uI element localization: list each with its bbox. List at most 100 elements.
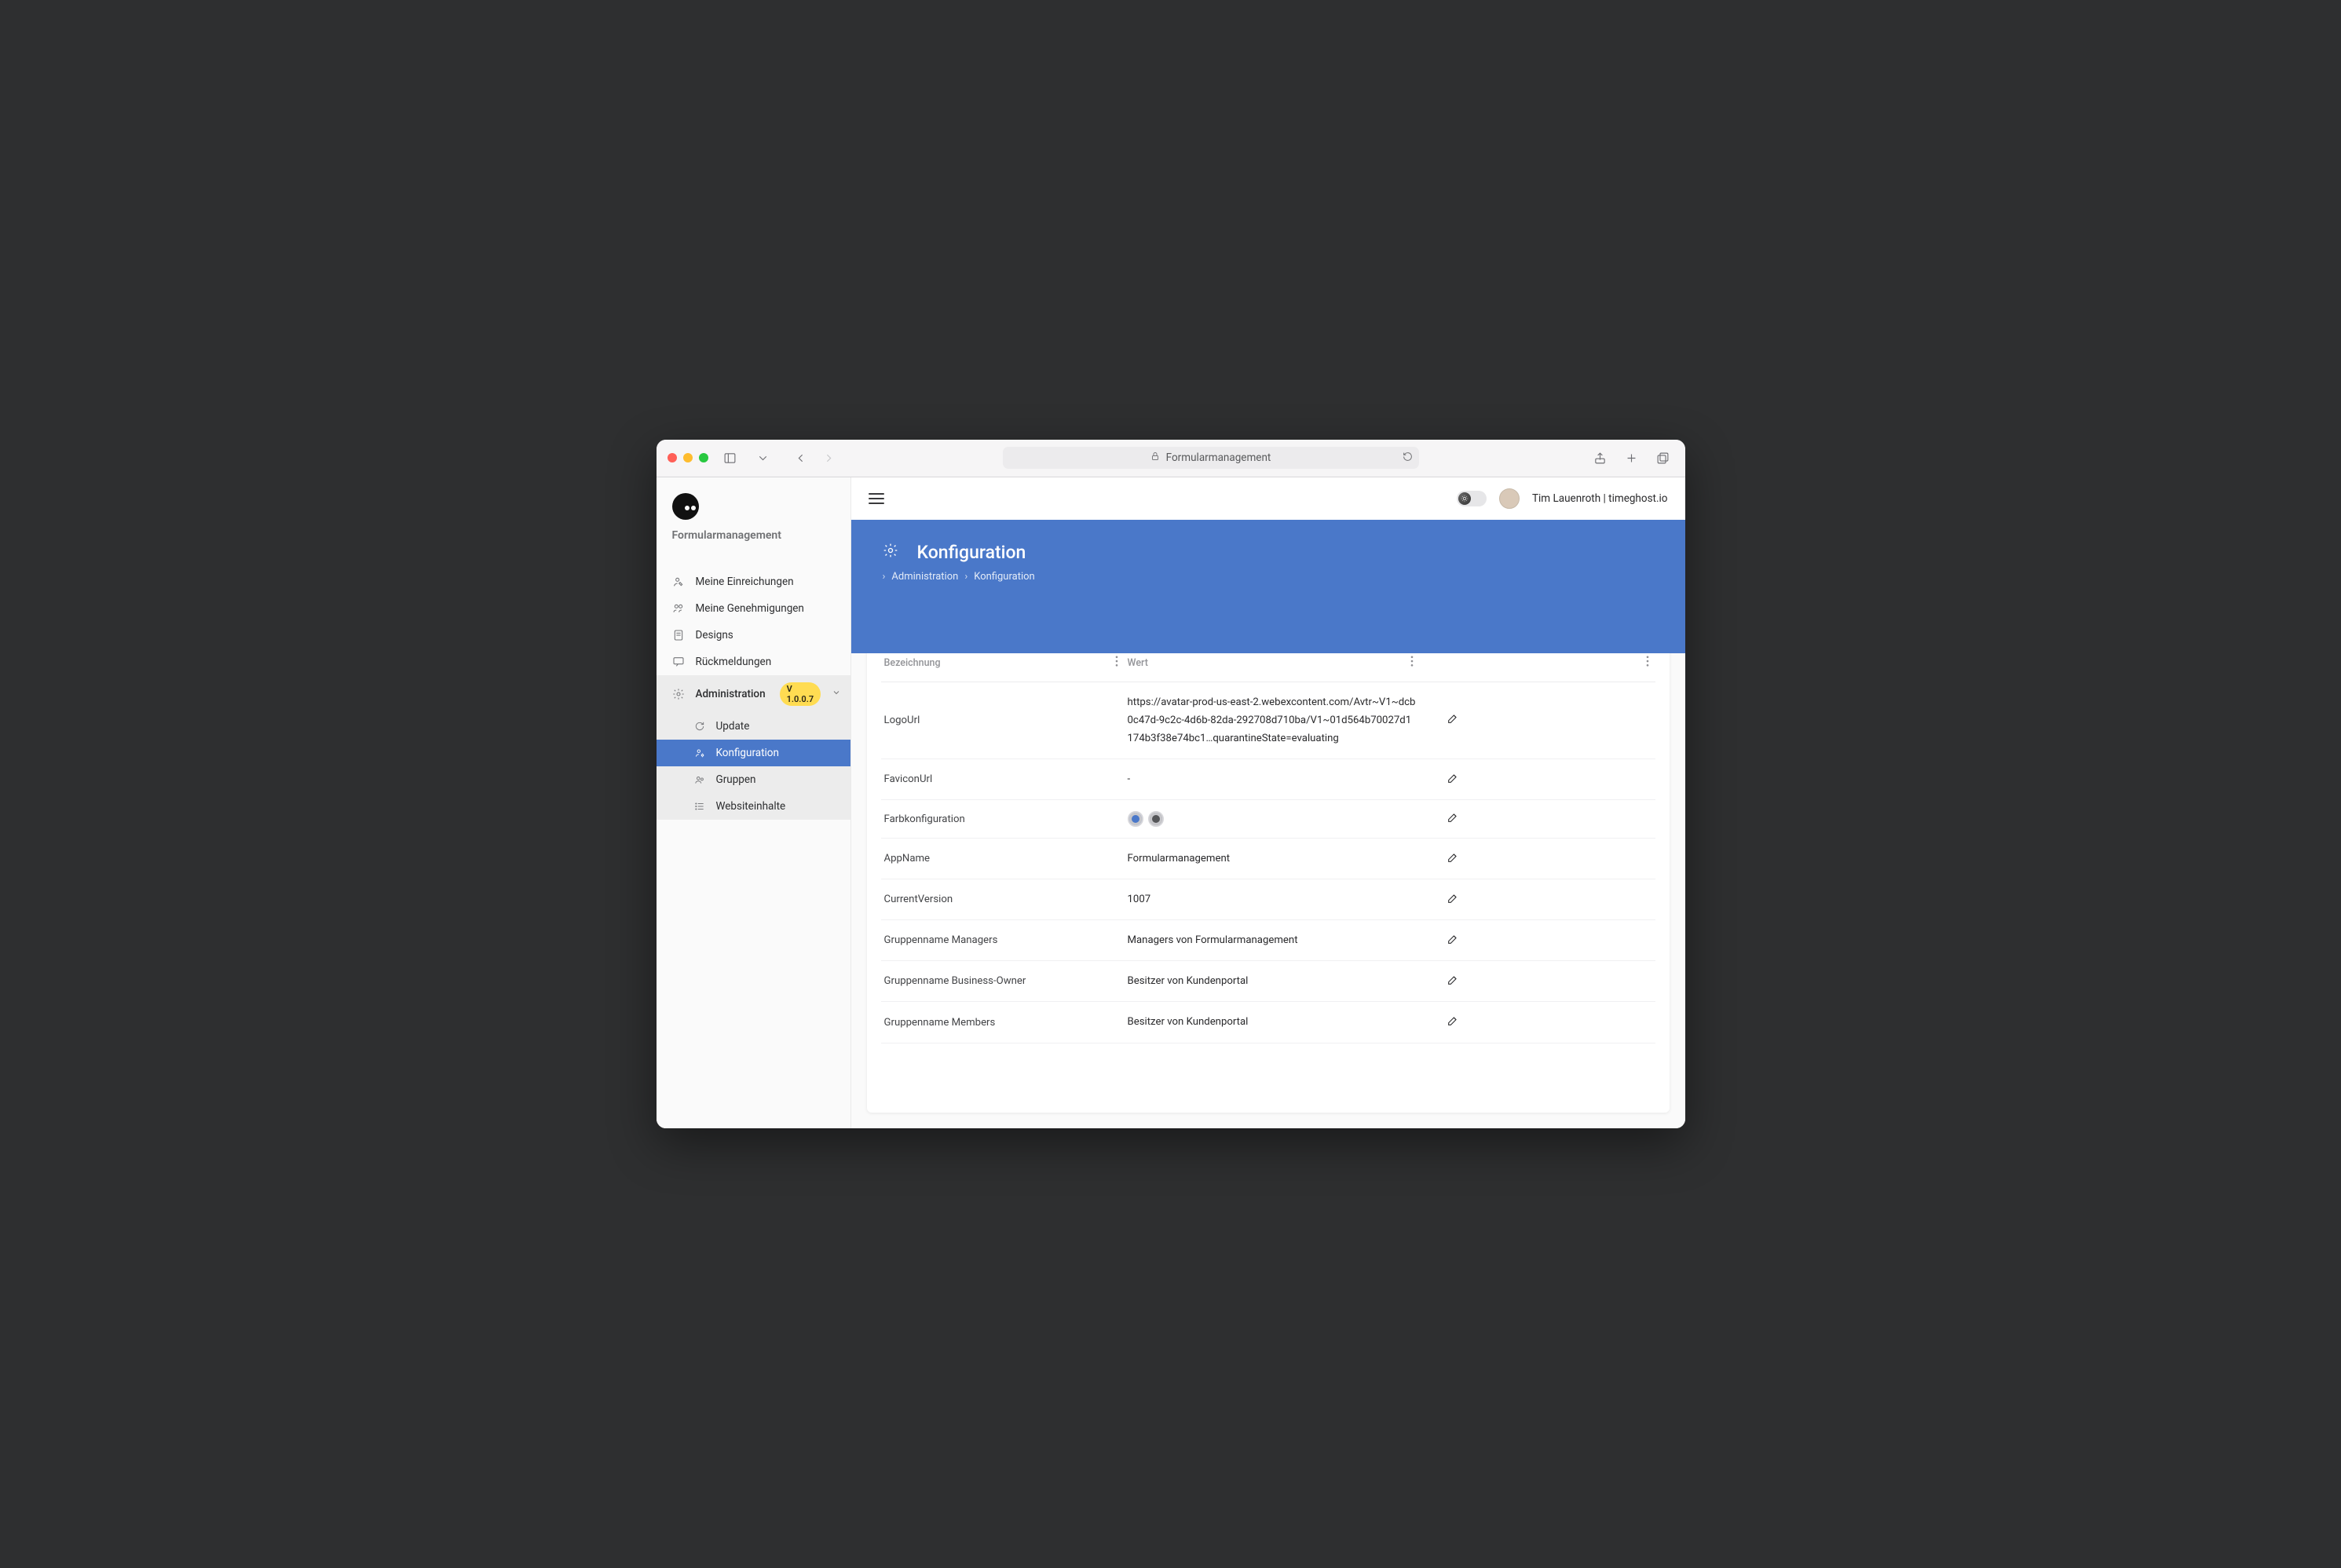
forward-button[interactable] — [818, 447, 840, 469]
chevron-right-icon: › — [964, 571, 967, 583]
theme-toggle[interactable] — [1457, 491, 1487, 506]
edit-button[interactable] — [1447, 811, 1459, 824]
sidebar-item-label: Designs — [696, 629, 733, 641]
share-button[interactable] — [1589, 447, 1611, 469]
property-actions — [1420, 920, 1655, 961]
refresh-icon — [694, 721, 705, 732]
sidebar-item-approvals[interactable]: Meine Genehmigungen — [657, 595, 850, 622]
window-controls — [668, 453, 708, 462]
property-label: LogoUrl — [881, 682, 1125, 758]
property-value: https://avatar-prod-us-east-2.webexconte… — [1125, 682, 1420, 758]
color-chip — [1128, 811, 1143, 827]
column-header-text: Wert — [1128, 657, 1148, 669]
breadcrumb-administration[interactable]: Administration — [891, 571, 958, 583]
toolbar-right — [1589, 447, 1674, 469]
navigation-buttons — [790, 447, 840, 469]
sidebar-item-label: Gruppen — [716, 773, 756, 786]
property-value: Formularmanagement — [1125, 839, 1420, 879]
property-label: Gruppenname Managers — [881, 920, 1125, 961]
reload-button[interactable] — [1403, 451, 1413, 465]
edit-button[interactable] — [1447, 772, 1459, 784]
user-avatar[interactable] — [1499, 488, 1520, 509]
edit-button[interactable] — [1447, 933, 1459, 945]
content-card: Eigenschaften Bezeichnung — [867, 605, 1670, 1113]
minimize-window-button[interactable] — [683, 453, 693, 462]
sidebar-item-site-contents[interactable]: Websiteinhalte — [657, 793, 850, 820]
new-tab-button[interactable] — [1621, 447, 1643, 469]
sidebar-nav: Meine Einreichungen Meine Genehmigungen … — [657, 568, 850, 820]
user-display-name: Tim Lauenroth | timeghost.io — [1532, 492, 1668, 505]
property-actions — [1420, 961, 1655, 1002]
sidebar-item-groups[interactable]: Gruppen — [657, 766, 850, 793]
edit-button[interactable] — [1447, 1014, 1459, 1027]
property-actions — [1420, 1002, 1655, 1043]
maximize-window-button[interactable] — [699, 453, 708, 462]
page-title: Konfiguration — [917, 542, 1026, 563]
property-value: Managers von Formularmanagement — [1125, 920, 1420, 961]
chat-icon — [672, 656, 685, 668]
tabs-overview-button[interactable] — [1652, 447, 1674, 469]
edit-button[interactable] — [1447, 974, 1459, 986]
sidebar-item-label: Meine Genehmigungen — [696, 602, 804, 615]
edit-button[interactable] — [1447, 851, 1459, 864]
column-menu-button[interactable] — [1410, 656, 1414, 670]
app-body: Formularmanagement Meine Einreichungen M… — [657, 477, 1685, 1129]
table-row: FaviconUrl- — [881, 758, 1655, 799]
table-row: Farbkonfiguration — [881, 800, 1655, 839]
sidebar-item-label: Rückmeldungen — [696, 656, 772, 668]
table-row: Gruppenname ManagersManagers von Formula… — [881, 920, 1655, 961]
sidebar-item-label: Update — [716, 720, 750, 733]
chevron-right-icon: › — [883, 571, 886, 583]
address-bar[interactable]: Formularmanagement — [1003, 447, 1419, 469]
browser-window: Formularmanagement Formularmanagement — [657, 440, 1685, 1129]
property-label: CurrentVersion — [881, 879, 1125, 920]
column-header-text: Bezeichnung — [884, 657, 941, 669]
sidebar-item-update[interactable]: Update — [657, 713, 850, 740]
property-label: Gruppenname Business-Owner — [881, 961, 1125, 1002]
property-label: Farbkonfiguration — [881, 800, 1125, 839]
property-actions — [1420, 839, 1655, 879]
groups-icon — [694, 774, 705, 785]
sidebar-item-configuration[interactable]: Konfiguration — [657, 740, 850, 766]
person-settings-icon — [694, 747, 705, 758]
breadcrumb-configuration[interactable]: Konfiguration — [974, 571, 1034, 583]
sidebar-item-administration[interactable]: Administration V 1.0.0.7 — [657, 675, 850, 713]
chevron-down-icon — [832, 688, 841, 700]
column-header-value[interactable]: Wert — [1125, 645, 1420, 682]
sidebar-item-label: Administration — [696, 688, 766, 700]
main: Tim Lauenroth | timeghost.io Konfigurati… — [851, 477, 1685, 1129]
table-menu-button[interactable] — [1646, 656, 1649, 670]
column-header-actions — [1420, 645, 1655, 682]
approvals-icon — [672, 602, 685, 615]
column-menu-button[interactable] — [1115, 656, 1118, 670]
property-value: - — [1125, 758, 1420, 799]
hamburger-menu-button[interactable] — [869, 493, 884, 504]
property-actions — [1420, 758, 1655, 799]
edit-button[interactable] — [1447, 892, 1459, 905]
back-button[interactable] — [790, 447, 812, 469]
property-label: AppName — [881, 839, 1125, 879]
sidebar-item-feedback[interactable]: Rückmeldungen — [657, 649, 850, 675]
table-row: Gruppenname MembersBesitzer von Kundenpo… — [881, 1002, 1655, 1043]
close-window-button[interactable] — [668, 453, 677, 462]
sidebar: Formularmanagement Meine Einreichungen M… — [657, 477, 851, 1129]
gear-icon — [672, 688, 685, 700]
person-edit-icon — [672, 576, 685, 588]
lock-icon — [1150, 451, 1160, 464]
admin-subnav: Update Konfiguration Gruppen Websiteinha… — [657, 713, 850, 820]
gear-icon — [883, 543, 898, 561]
property-value: Besitzer von Kundenportal — [1125, 961, 1420, 1002]
column-header-label[interactable]: Bezeichnung — [881, 645, 1125, 682]
property-actions — [1420, 800, 1655, 839]
sidebar-menu-button[interactable] — [752, 447, 774, 469]
sidebar-item-designs[interactable]: Designs — [657, 622, 850, 649]
sidebar-item-submissions[interactable]: Meine Einreichungen — [657, 568, 850, 595]
browser-titlebar: Formularmanagement — [657, 440, 1685, 477]
property-value — [1125, 800, 1420, 839]
property-label: Gruppenname Members — [881, 1002, 1125, 1043]
edit-button[interactable] — [1447, 712, 1459, 725]
sidebar-toggle-button[interactable] — [719, 447, 741, 469]
color-chips — [1128, 811, 1417, 827]
sidebar-item-label: Meine Einreichungen — [696, 576, 794, 588]
property-label: FaviconUrl — [881, 758, 1125, 799]
